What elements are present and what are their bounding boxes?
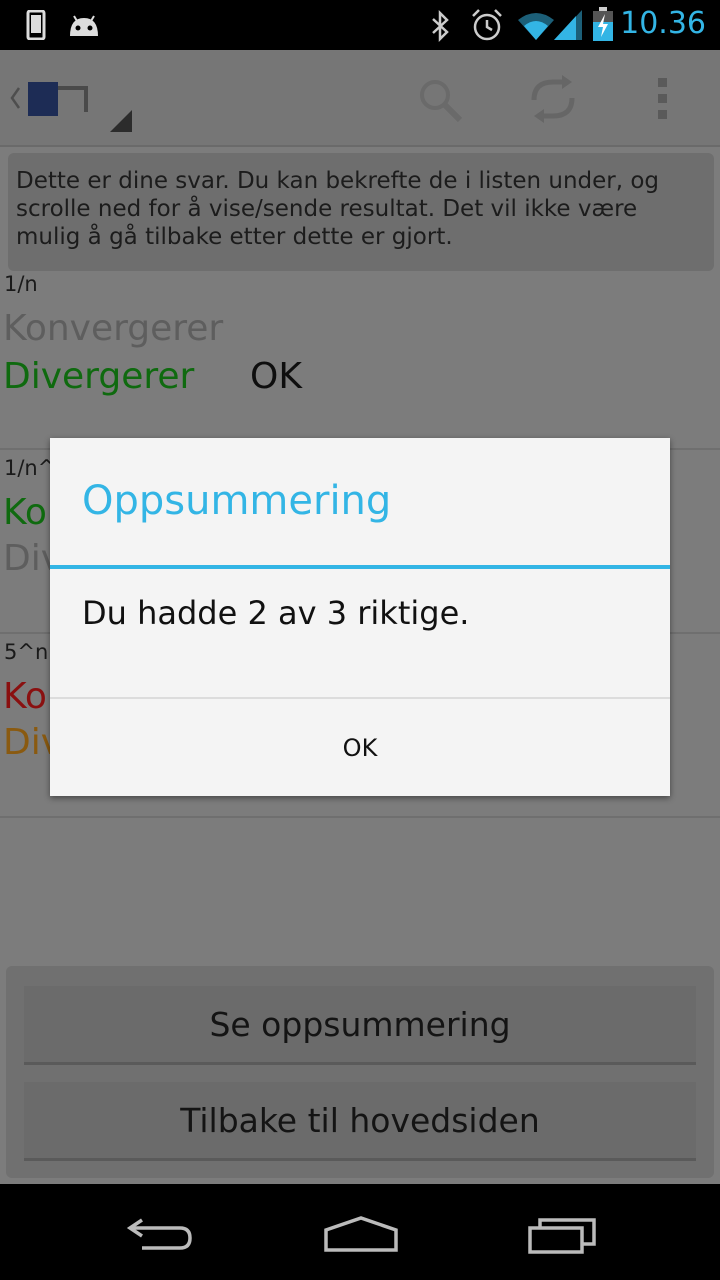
bottom-button-panel: Se oppsummering Tilbake til hovedsiden: [6, 966, 714, 1178]
status-bar: 10.36: [0, 0, 720, 50]
recent-apps-icon[interactable]: [526, 1214, 598, 1256]
action-bar: [0, 50, 720, 147]
up-back-icon[interactable]: [8, 84, 22, 112]
alarm-icon: [472, 9, 502, 41]
signal-icon: [554, 10, 582, 40]
bluetooth-icon: [432, 10, 449, 42]
summary-dialog: Oppsummering Du hadde 2 av 3 riktige. OK: [50, 438, 670, 796]
navigation-bar: [0, 1184, 720, 1280]
dialog-message: Du hadde 2 av 3 riktige.: [82, 594, 470, 632]
dialog-ok-button[interactable]: OK: [50, 699, 670, 796]
question-label: 1/n: [4, 272, 38, 296]
dialog-title: Oppsummering: [82, 478, 392, 524]
answer-option-converges[interactable]: Ko: [3, 676, 47, 717]
app-logo-icon[interactable]: [24, 78, 136, 136]
answer-option-converges[interactable]: Ko: [3, 492, 47, 533]
answer-result: OK: [250, 356, 302, 397]
question-label: 5^n: [4, 640, 49, 664]
wifi-icon: [518, 13, 554, 40]
question-item: 1/n Konvergerer Divergerer OK: [0, 262, 720, 450]
home-icon[interactable]: [322, 1214, 400, 1254]
dialog-title-divider: [50, 565, 670, 569]
answer-option-converges[interactable]: Konvergerer: [3, 308, 223, 349]
refresh-icon[interactable]: [526, 72, 580, 126]
back-to-home-button[interactable]: Tilbake til hovedsiden: [24, 1082, 696, 1161]
back-icon[interactable]: [124, 1214, 196, 1254]
info-message: Dette er dine svar. Du kan bekrefte de i…: [8, 153, 714, 271]
see-summary-button[interactable]: Se oppsummering: [24, 986, 696, 1065]
android-icon: [70, 15, 98, 36]
battery-charging-icon: [593, 7, 613, 41]
search-icon[interactable]: [416, 76, 464, 124]
status-time: 10.36: [620, 6, 706, 41]
overflow-menu-icon[interactable]: [656, 76, 670, 122]
phone-icon: [26, 10, 46, 40]
answer-option-diverges[interactable]: Divergerer: [3, 356, 194, 397]
question-label: 1/n^: [4, 456, 56, 480]
